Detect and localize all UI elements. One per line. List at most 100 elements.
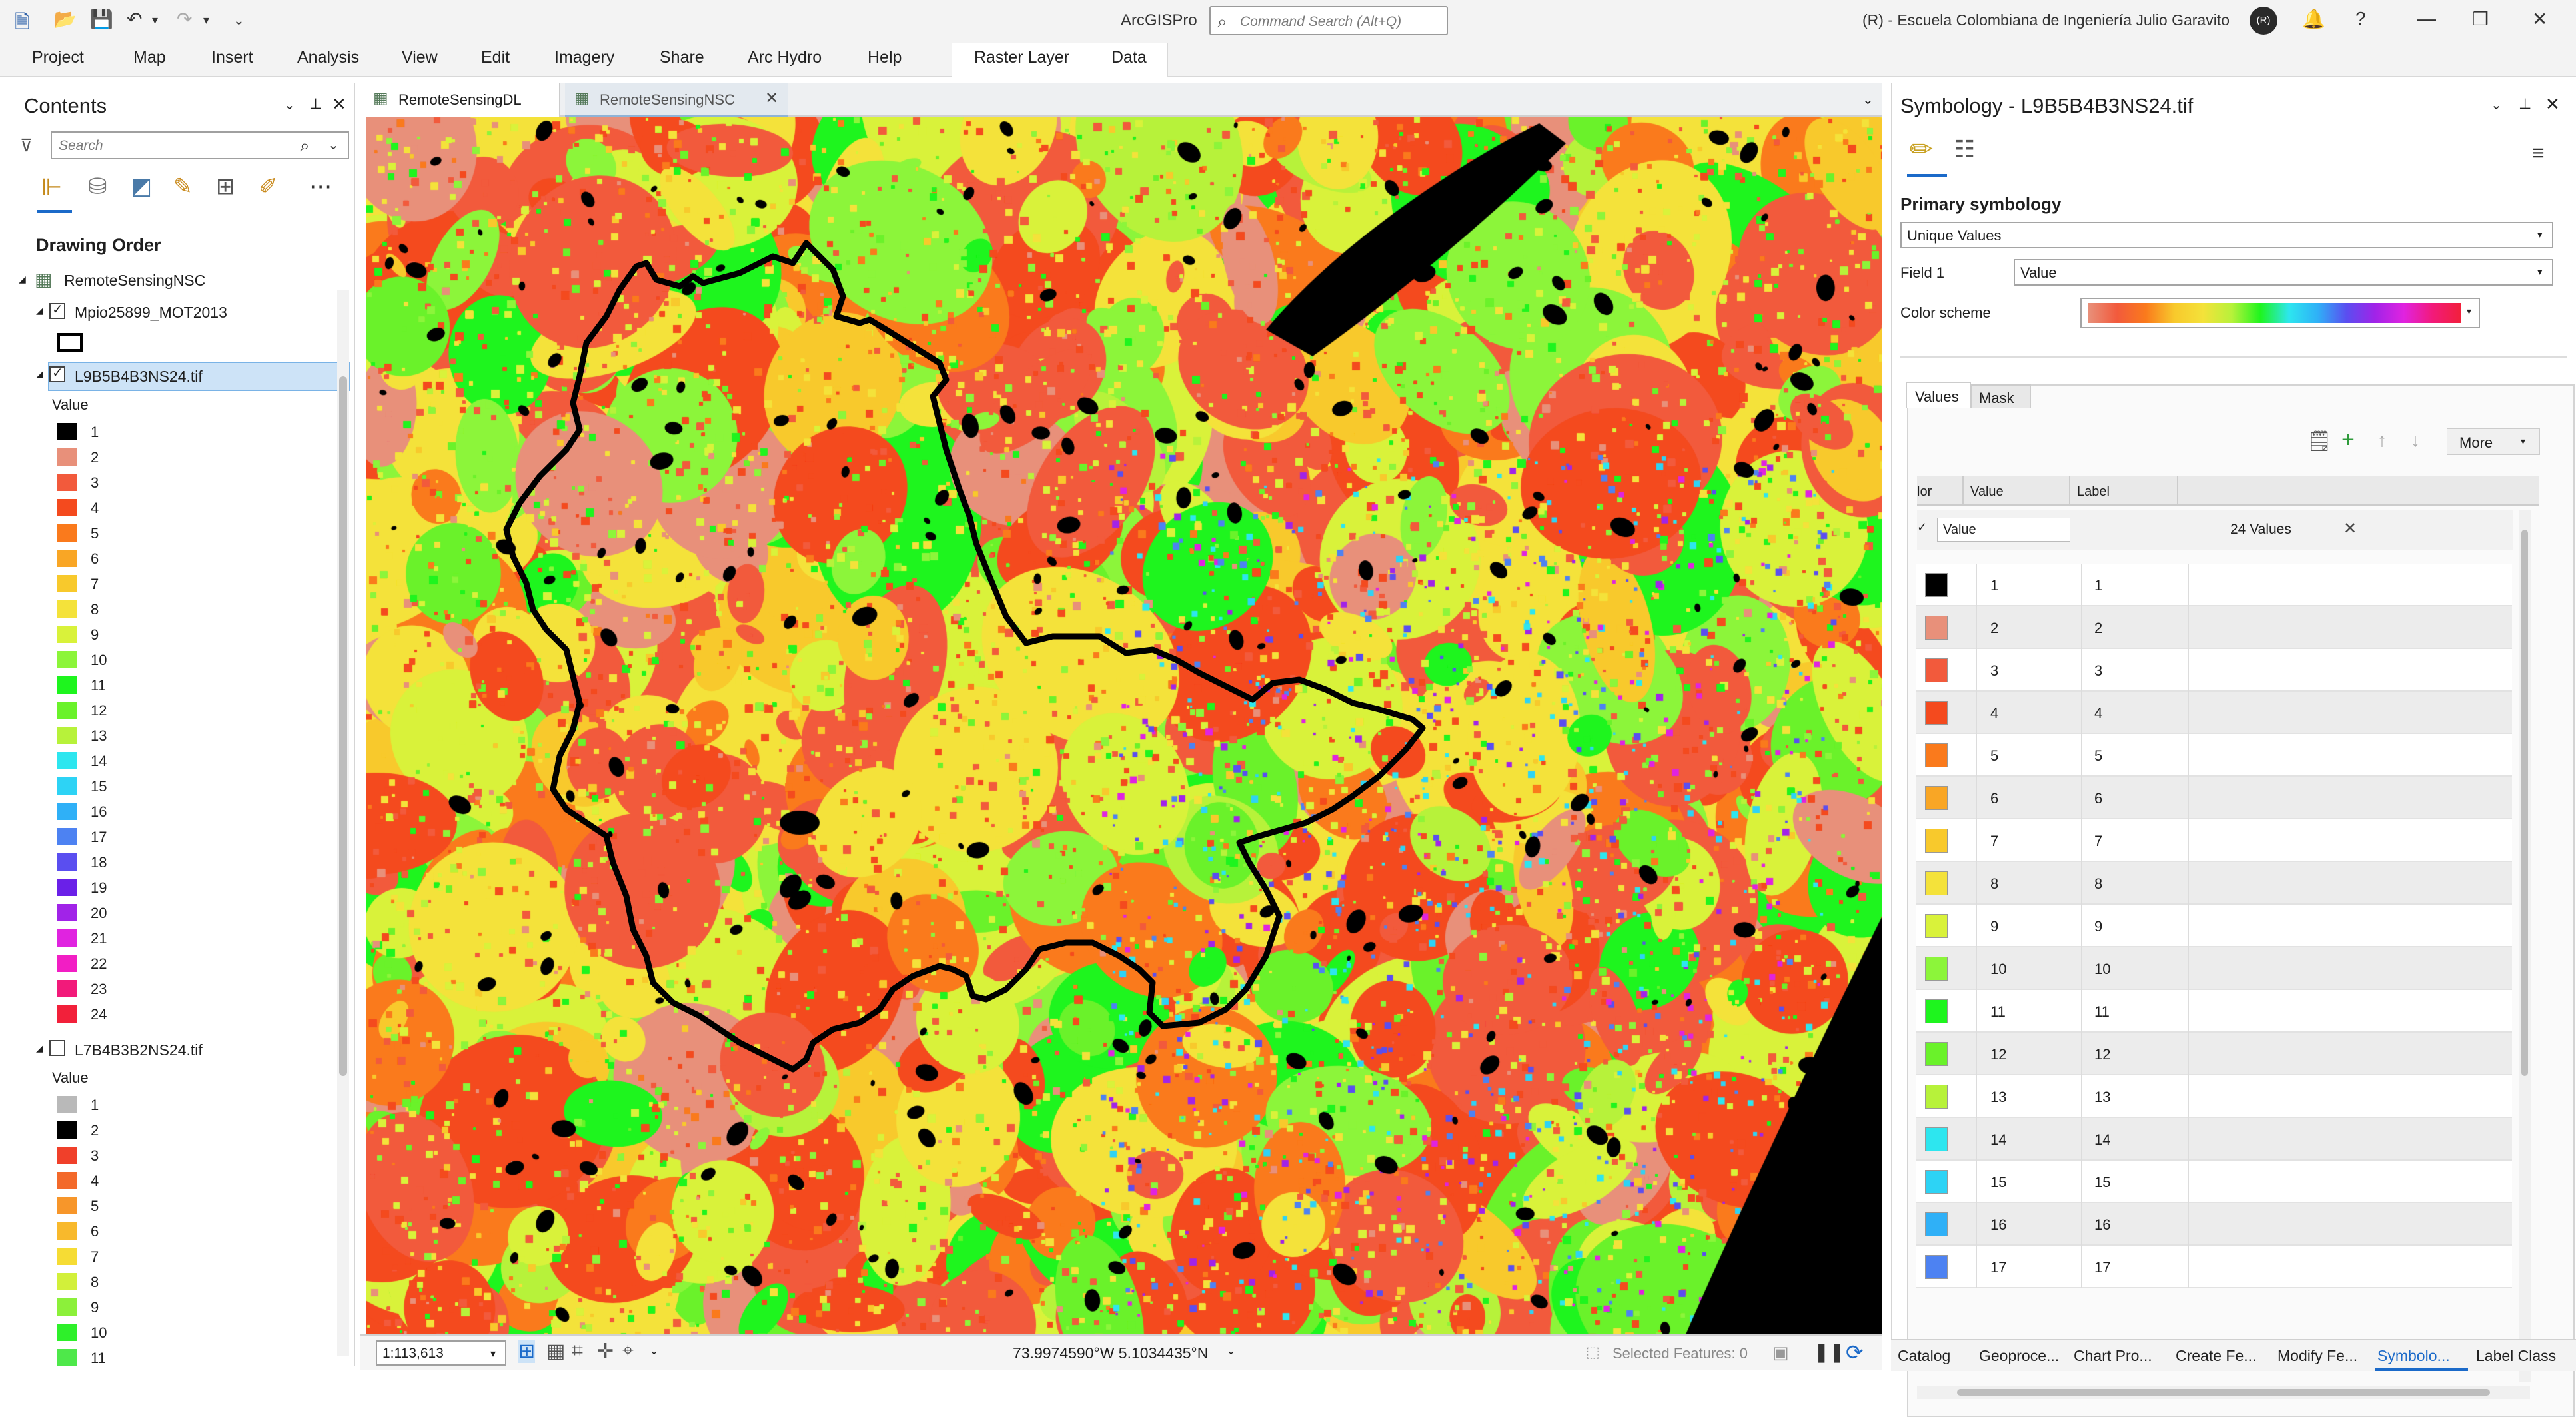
legend-swatch[interactable] [57, 600, 77, 618]
legend-swatch[interactable] [57, 448, 77, 466]
north-icon[interactable]: ⌖ [622, 1340, 634, 1362]
class-label[interactable]: 14 [2094, 1131, 2110, 1149]
group-check-icon[interactable]: ✓ [1917, 520, 1927, 534]
class-row[interactable]: 77 [1916, 819, 2512, 862]
legend-swatch[interactable] [57, 980, 77, 997]
coordinate-readout[interactable]: 73.9974590°W 5.1034435°N [1013, 1344, 1208, 1362]
expand-layer3-icon[interactable]: ◢ [36, 1043, 43, 1054]
class-label[interactable]: 6 [2094, 790, 2102, 807]
redo-dropdown-icon[interactable]: ▾ [203, 13, 209, 27]
class-row[interactable]: 22 [1916, 606, 2512, 649]
tab-project[interactable]: Project [32, 48, 84, 67]
save-icon[interactable]: 💾 [90, 8, 113, 30]
class-color-swatch[interactable] [1925, 658, 1948, 682]
class-color-swatch[interactable] [1925, 1127, 1948, 1151]
polygon-symbol[interactable] [57, 333, 83, 352]
close-icon[interactable]: ✕ [2532, 8, 2547, 30]
tab-raster-layer[interactable]: Raster Layer [974, 48, 1069, 67]
legend-swatch[interactable] [57, 575, 77, 592]
help-icon[interactable]: ? [2355, 8, 2366, 29]
list-by-editing-icon[interactable]: ✎ [173, 173, 193, 200]
class-color-swatch[interactable] [1925, 1170, 1948, 1194]
column-color[interactable]: lor [1917, 484, 1932, 500]
tab-imagery[interactable]: Imagery [554, 48, 614, 67]
avatar[interactable]: (R) [2250, 7, 2277, 35]
class-row[interactable]: 16 16 [1916, 1203, 2512, 1246]
classes-vertical-scrollbar[interactable] [2519, 510, 2531, 1382]
tab-create-features[interactable]: Create Fe... [2176, 1347, 2256, 1365]
command-search[interactable]: ⌕ Command Search (Alt+Q) [1209, 6, 1448, 35]
class-value[interactable]: 4 [1990, 705, 1998, 722]
class-color-swatch[interactable] [1925, 999, 1948, 1023]
class-value[interactable]: 5 [1990, 747, 1998, 765]
legend-swatch[interactable] [57, 1298, 77, 1316]
layer3-visibility-checkbox[interactable] [49, 1040, 65, 1056]
pause-drawing-icon[interactable]: ❚❚ [1814, 1341, 1845, 1363]
tab-analysis[interactable]: Analysis [297, 48, 359, 67]
tab-map[interactable]: Map [133, 48, 166, 67]
class-value[interactable]: 11 [1990, 1003, 2006, 1021]
legend-swatch[interactable] [57, 955, 77, 972]
tab-geoprocessing[interactable]: Geoproce... [1979, 1347, 2059, 1365]
list-by-selection-icon[interactable]: ◩ [131, 173, 152, 200]
class-value[interactable]: 2 [1990, 620, 1998, 637]
legend-swatch[interactable] [57, 1121, 77, 1139]
tab-overflow-icon[interactable]: ⌄ [1862, 91, 1874, 108]
layer2-visibility-checkbox[interactable]: ✓ [49, 366, 65, 382]
class-color-swatch[interactable] [1925, 1042, 1948, 1066]
legend-swatch[interactable] [57, 1222, 77, 1240]
list-by-snapping-icon[interactable]: ⊞ [216, 173, 235, 200]
customize-qat-icon[interactable]: ⌄ [233, 12, 245, 29]
renderer-dropdown[interactable]: Unique Values ▾ [1900, 222, 2553, 248]
classes-horizontal-scrollbar[interactable] [1917, 1386, 2530, 1399]
class-label[interactable]: 12 [2094, 1046, 2110, 1063]
new-project-icon[interactable]: 🗎 [15, 8, 30, 40]
contents-search-input[interactable]: Search ⌕ ⌄ [51, 131, 349, 159]
class-value[interactable]: 17 [1990, 1259, 2006, 1276]
class-value[interactable]: 1 [1990, 577, 1998, 594]
class-label[interactable]: 16 [2094, 1216, 2110, 1234]
tab-data[interactable]: Data [1111, 48, 1147, 67]
tab-edit[interactable]: Edit [481, 48, 510, 67]
subtab-values[interactable]: Values [1906, 382, 1971, 408]
class-value[interactable]: 3 [1990, 662, 1998, 680]
class-label[interactable]: 7 [2094, 833, 2102, 850]
coordinate-dropdown-icon[interactable]: ⌄ [1226, 1344, 1236, 1358]
tab-modify-features[interactable]: Modify Fe... [2277, 1347, 2357, 1365]
legend-swatch[interactable] [57, 1273, 77, 1290]
class-color-swatch[interactable] [1925, 616, 1948, 640]
class-color-swatch[interactable] [1925, 573, 1948, 597]
pane-menu-icon[interactable]: ⌄ [284, 97, 295, 113]
class-row[interactable]: 66 [1916, 777, 2512, 819]
column-value[interactable]: Value [1970, 484, 2004, 500]
tab-label-class[interactable]: Label Class [2476, 1347, 2556, 1365]
search-dropdown-icon[interactable]: ⌄ [328, 137, 339, 153]
pane-menu-icon[interactable]: ⌄ [2491, 97, 2502, 113]
class-value[interactable]: 10 [1990, 961, 2006, 978]
class-value[interactable]: 14 [1990, 1131, 2006, 1149]
column-label[interactable]: Label [2077, 484, 2110, 500]
legend-swatch[interactable] [57, 853, 77, 871]
list-by-labeling-icon[interactable]: ✐ [259, 173, 278, 200]
tab-catalog[interactable]: Catalog [1898, 1347, 1950, 1365]
scale-dropdown-icon[interactable]: ▾ [490, 1347, 496, 1360]
search-icon[interactable]: ⌕ [300, 135, 310, 157]
tab-view[interactable]: View [402, 48, 438, 67]
legend-swatch[interactable] [57, 879, 77, 896]
fixed-scale-icon[interactable]: ⊞ [518, 1340, 536, 1363]
class-color-swatch[interactable] [1925, 1212, 1948, 1236]
class-color-swatch[interactable] [1925, 701, 1948, 725]
municipality-boundary[interactable] [503, 240, 1426, 1073]
class-color-swatch[interactable] [1925, 914, 1948, 938]
color-scheme-dropdown[interactable]: ▾ [2080, 298, 2480, 328]
class-color-swatch[interactable] [1925, 957, 1948, 981]
classes-scrollbar-thumb[interactable] [2521, 530, 2528, 1076]
tab-insert[interactable]: Insert [211, 48, 253, 67]
legend-swatch[interactable] [57, 803, 77, 820]
expand-layer2-icon[interactable]: ◢ [36, 368, 43, 380]
class-label[interactable]: 1 [2094, 577, 2102, 594]
move-up-icon[interactable]: ↑ [2377, 430, 2387, 451]
class-label[interactable]: 10 [2094, 961, 2110, 978]
legend-swatch[interactable] [57, 1349, 77, 1366]
tab-remotesensingdl[interactable]: ▦ RemoteSensingDL [360, 83, 560, 117]
